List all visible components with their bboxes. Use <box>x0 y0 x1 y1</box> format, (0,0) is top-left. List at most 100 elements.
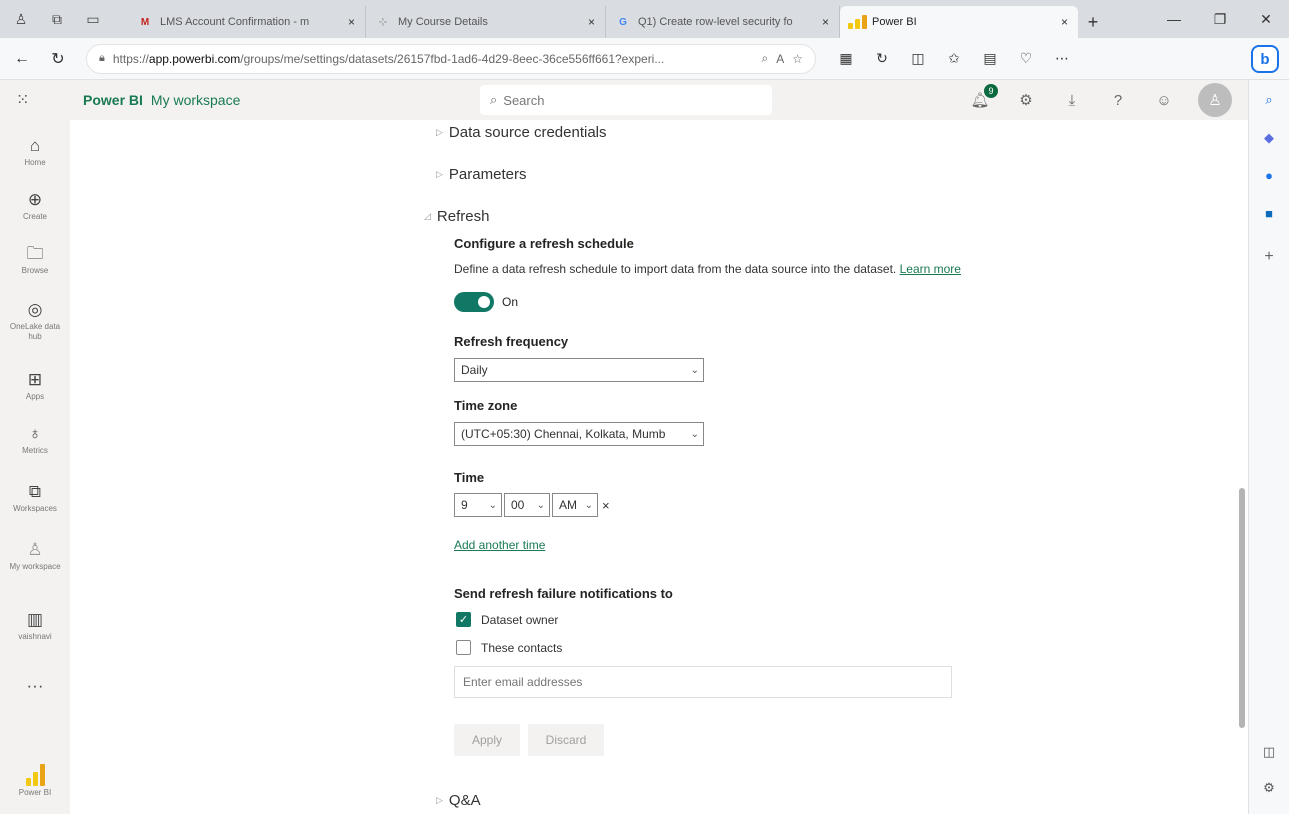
nav-item-metrics[interactable]: ♁ Metrics <box>0 424 70 456</box>
download-icon[interactable]: ⤓ <box>1060 88 1084 112</box>
sidebar-toggle-icon[interactable]: ◫ <box>1249 744 1289 760</box>
nav-item-create[interactable]: ⊕ Create <box>0 190 70 222</box>
read-aloud-icon[interactable]: A <box>776 52 784 66</box>
section-qa[interactable]: ▷ Q&A <box>436 792 481 809</box>
lock-icon[interactable]: 🔒︎ <box>99 52 105 65</box>
restore-icon[interactable]: ❐ <box>1197 0 1243 38</box>
nav-item-home[interactable]: ⌂ Home <box>0 136 70 168</box>
search-page-icon[interactable]: ⌕ <box>761 51 768 66</box>
help-icon[interactable]: ? <box>1106 88 1130 112</box>
add-sidebar-app-icon[interactable]: + <box>1249 248 1289 266</box>
section-refresh[interactable]: ◿ Refresh <box>424 208 489 225</box>
toggle-switch[interactable] <box>454 292 494 312</box>
tab-close-icon[interactable]: × <box>822 15 829 29</box>
brand-title[interactable]: Power BI <box>83 92 143 108</box>
remove-time-button[interactable]: × <box>602 498 610 513</box>
minimize-icon[interactable]: — <box>1151 0 1197 38</box>
settings-gear-icon[interactable]: ⚙ <box>1014 88 1038 112</box>
bing-chat-icon[interactable]: b <box>1251 45 1279 73</box>
browser-sidebar: ⌕ ◆ ● ■ + ◫ ⚙ <box>1248 80 1289 814</box>
time-row: 9 ⌄ 00 ⌄ AM ⌄ × <box>454 493 610 517</box>
section-parameters[interactable]: ▷ Parameters <box>436 166 526 183</box>
dataset-owner-option[interactable]: ✓ Dataset owner <box>456 612 558 627</box>
metrics-icon: ♁ <box>28 424 42 443</box>
notifications-icon[interactable]: 🔔︎ 9 <box>968 84 998 112</box>
select-value: (UTC+05:30) Chennai, Kolkata, Mumb <box>461 427 666 441</box>
refresh-description-text: Define a data refresh schedule to import… <box>454 262 897 276</box>
tab-actions-icon[interactable]: ▭ <box>84 10 102 28</box>
extension-icon[interactable]: ▦ <box>832 45 860 73</box>
nav-item-onelake[interactable]: ◎ OneLake data hub <box>0 300 70 342</box>
section-data-source-credentials[interactable]: ▷ Data source credentials <box>436 124 607 141</box>
browser-tab-google[interactable]: G Q1) Create row-level security fo × <box>606 6 840 38</box>
breadcrumb-workspace[interactable]: My workspace <box>151 92 240 108</box>
new-tab-button[interactable]: + <box>1078 6 1108 38</box>
refresh-frequency-select[interactable]: Daily ⌄ <box>454 358 704 382</box>
avatar[interactable]: ♙ <box>1198 83 1232 117</box>
browser-tab-powerbi[interactable]: Power BI × <box>840 6 1078 38</box>
sidebar-settings-icon[interactable]: ⚙ <box>1249 780 1289 796</box>
email-input[interactable] <box>454 666 952 698</box>
apply-button[interactable]: Apply <box>454 724 520 756</box>
reload-icon[interactable]: ↻ <box>44 45 72 73</box>
learn-more-link[interactable]: Learn more <box>900 262 961 276</box>
feedback-smiley-icon[interactable]: ☺ <box>1152 88 1176 112</box>
back-icon[interactable]: ← <box>8 45 36 73</box>
tab-strip-lead: ♙ ⧉ ▭ <box>0 0 128 38</box>
nav-item-my-workspace[interactable]: ♙ My workspace <box>0 540 70 572</box>
minute-select[interactable]: 00 ⌄ <box>504 493 550 517</box>
dataset-owner-checkbox[interactable]: ✓ <box>456 612 471 627</box>
browser-tab-lms[interactable]: M LMS Account Confirmation - m × <box>128 6 366 38</box>
search-sidebar-icon[interactable]: ⌕ <box>1249 92 1289 108</box>
discard-button[interactable]: Discard <box>528 724 604 756</box>
select-value: 00 <box>511 498 525 512</box>
these-contacts-checkbox[interactable] <box>456 640 471 655</box>
collections-icon[interactable]: ▤ <box>976 45 1004 73</box>
tab-close-icon[interactable]: × <box>588 15 595 29</box>
gmail-icon: M <box>140 16 150 28</box>
nav-item-workspaces[interactable]: ⧉ Workspaces <box>0 482 70 514</box>
add-another-time-link[interactable]: Add another time <box>454 538 545 552</box>
refresh-extension-icon[interactable]: ↻ <box>868 45 896 73</box>
refresh-toggle[interactable]: On <box>454 292 518 312</box>
chevron-right-icon: ▷ <box>436 127 443 137</box>
shopping-tag-icon[interactable]: ◆ <box>1249 130 1289 146</box>
close-window-icon[interactable]: ✕ <box>1243 0 1289 38</box>
nav-label: Create <box>22 212 47 221</box>
address-bar[interactable]: 🔒︎ https://app.powerbi.com/groups/me/set… <box>86 43 816 74</box>
hour-select[interactable]: 9 ⌄ <box>454 493 502 517</box>
time-zone-select[interactable]: (UTC+05:30) Chennai, Kolkata, Mumb ⌄ <box>454 422 704 446</box>
ampm-select[interactable]: AM ⌄ <box>552 493 598 517</box>
tab-close-icon[interactable]: × <box>348 15 355 29</box>
nav-label: Workspaces <box>13 504 57 513</box>
workspaces-icon[interactable]: ⧉ <box>48 10 66 28</box>
select-value: 9 <box>461 498 468 512</box>
browser-tab-course[interactable]: ⊹ My Course Details × <box>366 6 606 38</box>
nav-item-browse[interactable]: 🗀 Browse <box>0 244 70 276</box>
scrollbar-thumb[interactable] <box>1239 488 1245 728</box>
outlook-icon[interactable]: ■ <box>1249 206 1289 221</box>
app-launcher-icon[interactable]: ⁙ <box>16 90 56 110</box>
favorites-icon[interactable]: ✩ <box>940 45 968 73</box>
performance-icon[interactable]: ♡ <box>1012 45 1040 73</box>
search-input[interactable]: ⌕ Search <box>480 85 772 115</box>
scrollbar[interactable] <box>1236 120 1248 814</box>
nav-label: Power BI <box>18 788 52 797</box>
more-options-icon[interactable]: ⋯ <box>1048 45 1076 73</box>
profile-icon[interactable]: ♙ <box>12 10 30 28</box>
nav-item-apps[interactable]: ⊞ Apps <box>0 370 70 402</box>
nav-item-vaishnavi[interactable]: ▥ vaishnavi <box>0 610 70 642</box>
split-screen-icon[interactable]: ◫ <box>904 45 932 73</box>
tab-close-icon[interactable]: × <box>1061 15 1068 29</box>
url-prefix: https:// <box>112 51 149 66</box>
powerbi-icon <box>847 15 867 29</box>
these-contacts-option[interactable]: These contacts <box>456 640 562 655</box>
url-text[interactable]: https://app.powerbi.com/groups/me/settin… <box>113 52 754 66</box>
office-icon[interactable]: ● <box>1249 168 1289 183</box>
nav-item-more[interactable]: ··· <box>0 676 70 696</box>
chevron-down-icon: ⌄ <box>584 499 593 511</box>
favorite-star-icon[interactable]: ☆ <box>792 52 803 66</box>
onelake-icon: ◎ <box>27 300 43 319</box>
powerbi-header: ⁙ Power BI My workspace ⌕ Search 🔔︎ 9 ⚙ ⤓… <box>0 80 1248 120</box>
nav-item-powerbi[interactable]: Power BI <box>0 764 70 798</box>
